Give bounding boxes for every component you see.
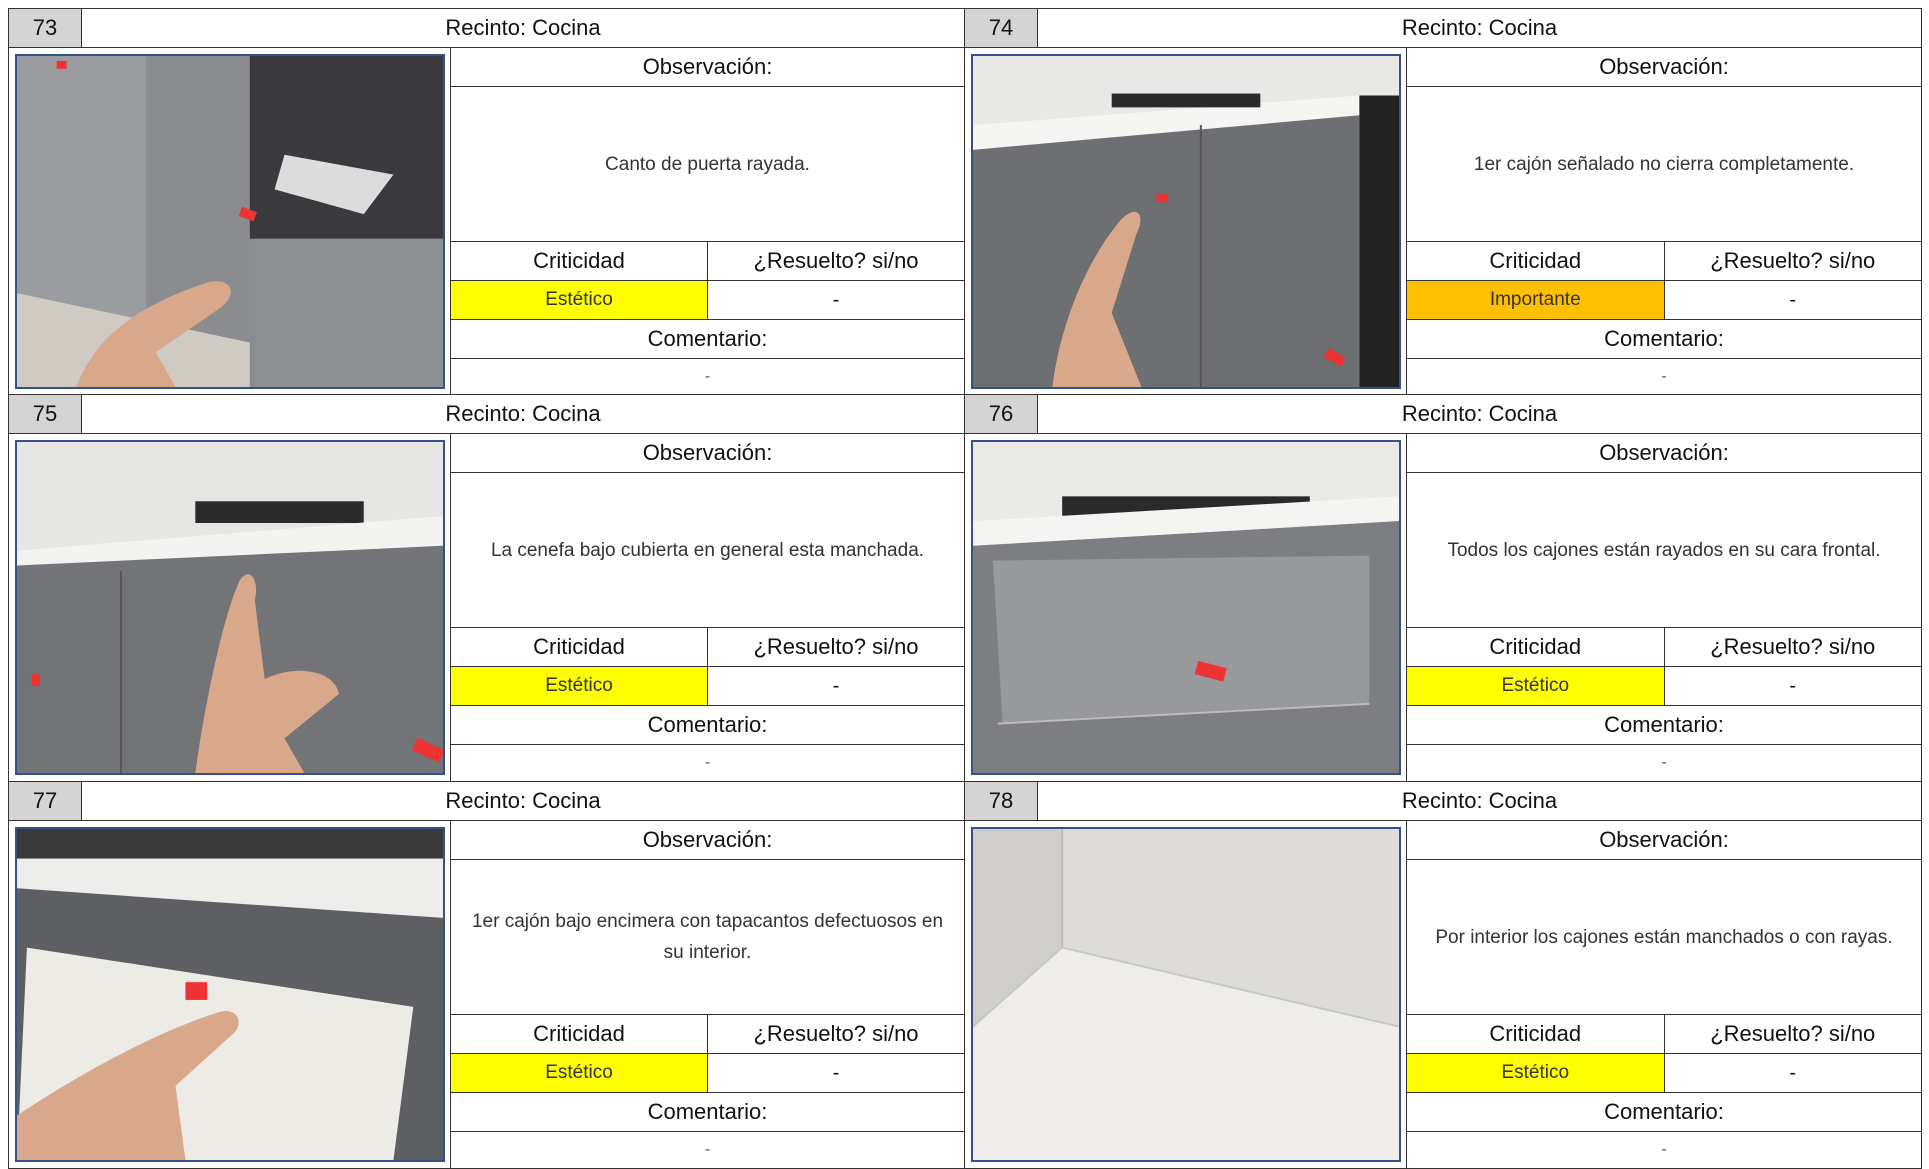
- item-number: 76: [965, 395, 1038, 433]
- recinto-label: Recinto: Cocina: [1401, 788, 1558, 813]
- observacion-label: Observación:: [451, 821, 964, 860]
- resuelto-label: ¿Resuelto? si/no: [1710, 634, 1876, 659]
- recinto-label: Recinto: Cocina: [1401, 15, 1558, 40]
- resuelto-value: -: [1789, 288, 1797, 311]
- sheet-row: 73 Recinto: Cocina Observación: Canto de…: [8, 8, 1922, 395]
- sheet-row: 75 Recinto: Cocina Observación: La cenef…: [8, 395, 1922, 782]
- criticidad-label: Criticidad: [451, 1015, 708, 1053]
- observacion-text: 1er cajón bajo encimera con tapacantos d…: [451, 860, 964, 1015]
- resuelto-label: ¿Resuelto? si/no: [1710, 248, 1876, 273]
- resuelto-label: ¿Resuelto? si/no: [753, 634, 919, 659]
- comentario-value: -: [1661, 367, 1667, 385]
- card-header: 76 Recinto: Cocina: [965, 395, 1921, 434]
- observacion-label: Observación:: [1407, 434, 1921, 473]
- card-header: 77 Recinto: Cocina: [9, 782, 964, 821]
- card-header: 74 Recinto: Cocina: [965, 9, 1921, 48]
- recinto-label: Recinto: Cocina: [445, 15, 601, 40]
- comentario-label: Comentario:: [451, 706, 964, 745]
- comentario-value: -: [1661, 754, 1667, 771]
- observacion-text: 1er cajón señalado no cierra completamen…: [1407, 87, 1921, 242]
- observacion-text: Por interior los cajones están manchados…: [1407, 860, 1921, 1015]
- criticidad-label: Criticidad: [451, 242, 708, 280]
- observation-photo: [14, 440, 445, 775]
- photo-cell: [9, 434, 451, 781]
- resuelto-label: ¿Resuelto? si/no: [753, 248, 919, 273]
- observation-photo: [970, 440, 1401, 775]
- observation-photo: [970, 827, 1401, 1162]
- card-header: 73 Recinto: Cocina: [9, 9, 964, 48]
- inspection-sheet: 73 Recinto: Cocina Observación: Canto de…: [8, 8, 1922, 1169]
- observation-photo: [14, 827, 445, 1162]
- criticidad-label: Criticidad: [1407, 242, 1665, 280]
- recinto-label: Recinto: Cocina: [445, 401, 601, 426]
- sheet-row: 77 Recinto: Cocina Observación: 1er cajó…: [8, 782, 1922, 1169]
- observacion-text: La cenefa bajo cubierta en general esta …: [451, 473, 964, 628]
- item-number: 74: [965, 9, 1038, 47]
- photo-cell: [9, 48, 451, 394]
- inspection-card-75: 75 Recinto: Cocina Observación: La cenef…: [8, 395, 965, 782]
- resuelto-label: ¿Resuelto? si/no: [1710, 1021, 1876, 1046]
- resuelto-value: -: [832, 674, 840, 697]
- observacion-text: Todos los cajones están rayados en su ca…: [1407, 473, 1921, 628]
- inspection-card-74: 74 Recinto: Cocina Observación: 1er cajó…: [965, 8, 1922, 395]
- criticidad-value: Importante: [1407, 281, 1665, 319]
- observacion-label: Observación:: [451, 48, 964, 87]
- comentario-label: Comentario:: [451, 320, 964, 359]
- photo-cell: [9, 821, 451, 1168]
- item-number: 77: [9, 782, 82, 820]
- item-number: 75: [9, 395, 82, 433]
- item-number: 73: [9, 9, 82, 47]
- photo-cell: [965, 821, 1407, 1168]
- resuelto-value: -: [1789, 1061, 1797, 1084]
- comentario-value: -: [704, 754, 711, 771]
- inspection-card-73: 73 Recinto: Cocina Observación: Canto de…: [8, 8, 965, 395]
- criticidad-value: Estético: [451, 281, 708, 319]
- comentario-label: Comentario:: [1407, 1093, 1921, 1132]
- inspection-card-77: 77 Recinto: Cocina Observación: 1er cajó…: [8, 782, 965, 1169]
- inspection-card-76: 76 Recinto: Cocina Observación: Todos lo…: [965, 395, 1922, 782]
- criticidad-label: Criticidad: [1407, 1015, 1665, 1053]
- card-header: 78 Recinto: Cocina: [965, 782, 1921, 821]
- observacion-label: Observación:: [451, 434, 964, 473]
- comentario-label: Comentario:: [1407, 706, 1921, 745]
- photo-cell: [965, 434, 1407, 781]
- comentario-label: Comentario:: [451, 1093, 964, 1132]
- photo-cell: [965, 48, 1407, 394]
- criticidad-label: Criticidad: [451, 628, 708, 666]
- observation-photo: [970, 53, 1401, 389]
- card-header: 75 Recinto: Cocina: [9, 395, 964, 434]
- criticidad-value: Estético: [451, 667, 708, 705]
- resuelto-value: -: [832, 288, 840, 311]
- observacion-label: Observación:: [1407, 821, 1921, 860]
- item-number: 78: [965, 782, 1038, 820]
- resuelto-value: -: [1789, 674, 1797, 697]
- criticidad-value: Estético: [1407, 667, 1665, 705]
- observacion-text: Canto de puerta rayada.: [451, 87, 964, 242]
- observation-photo: [14, 53, 445, 389]
- inspection-card-78: 78 Recinto: Cocina Observación: Por inte…: [965, 782, 1922, 1169]
- resuelto-value: -: [832, 1061, 840, 1084]
- comentario-label: Comentario:: [1407, 320, 1921, 359]
- resuelto-label: ¿Resuelto? si/no: [753, 1021, 919, 1046]
- comentario-value: -: [704, 367, 711, 385]
- recinto-label: Recinto: Cocina: [445, 788, 601, 813]
- criticidad-value: Estético: [451, 1054, 708, 1092]
- criticidad-label: Criticidad: [1407, 628, 1665, 666]
- recinto-label: Recinto: Cocina: [1401, 401, 1558, 426]
- comentario-value: -: [1661, 1141, 1667, 1158]
- criticidad-value: Estético: [1407, 1054, 1665, 1092]
- comentario-value: -: [704, 1141, 711, 1158]
- observacion-label: Observación:: [1407, 48, 1921, 87]
